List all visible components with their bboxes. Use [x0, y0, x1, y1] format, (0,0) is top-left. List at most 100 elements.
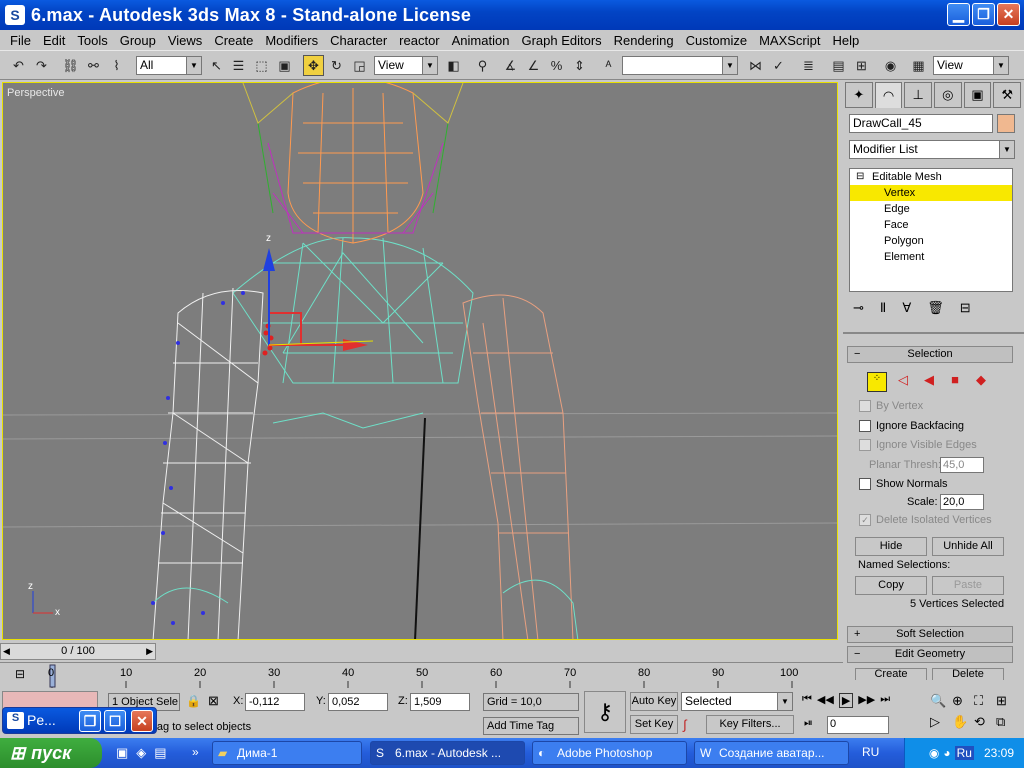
menu-modifiers[interactable]: Modifiers	[259, 33, 324, 48]
face-level-icon[interactable]: ◀	[919, 372, 939, 392]
window-crossing-icon[interactable]: ▣	[274, 55, 295, 76]
key-mode-toggle-icon[interactable]: ⏯	[804, 717, 813, 730]
add-time-tag-button[interactable]: Add Time Tag	[483, 717, 579, 735]
lock-icon[interactable]: 🔒	[186, 694, 201, 708]
select-object-icon[interactable]: ↖	[206, 55, 227, 76]
x-coord-field[interactable]: -0,112	[245, 693, 305, 711]
menu-customize[interactable]: Customize	[680, 33, 753, 48]
hide-button[interactable]: Hide	[855, 537, 927, 556]
curve-editor-icon[interactable]: ▤	[828, 55, 849, 76]
menu-tools[interactable]: Tools	[71, 33, 113, 48]
current-frame-field[interactable]: 0	[827, 716, 889, 734]
rectangular-selection-icon[interactable]: ⬚	[251, 55, 272, 76]
menu-animation[interactable]: Animation	[446, 33, 516, 48]
delete-button[interactable]: Delete	[932, 668, 1004, 680]
next-frame-icon[interactable]: ▶▶	[858, 693, 875, 708]
pivot-center-icon[interactable]: ◧	[443, 55, 464, 76]
go-to-start-icon[interactable]: ⏮	[802, 693, 812, 708]
tray-language-icon[interactable]: Ru	[954, 746, 974, 760]
key-icon[interactable]: ⚷	[584, 691, 626, 733]
layer-manager-icon[interactable]: ≣	[798, 55, 819, 76]
pin-stack-icon[interactable]: ⊸	[853, 300, 864, 316]
start-button[interactable]: ⊞ пуск	[0, 738, 102, 768]
taskbar-item-folder[interactable]: ▰ Дима-1	[212, 741, 362, 765]
select-and-scale-icon[interactable]: ◲	[349, 55, 370, 76]
undo-icon[interactable]: ↶	[8, 55, 29, 76]
select-and-rotate-icon[interactable]: ↻	[326, 55, 347, 76]
show-end-result-icon[interactable]: Ⅱ	[880, 300, 886, 316]
tray-volume-icon[interactable]: ◕	[943, 746, 950, 760]
utilities-tab-icon[interactable]: ⚒	[993, 82, 1022, 108]
quicklaunch-app-icon[interactable]: ◈	[136, 745, 146, 761]
make-unique-icon[interactable]: ∀	[902, 300, 911, 316]
planar-thresh-spinner[interactable]: 45,0	[940, 457, 984, 473]
show-normals-checkbox[interactable]: Show Normals	[859, 478, 948, 490]
stack-item-editable-mesh[interactable]: ⊟ Editable Mesh	[850, 169, 1012, 185]
minimize-button[interactable]: ▁	[947, 3, 970, 26]
bind-space-warp-icon[interactable]: ⌇	[106, 55, 127, 76]
select-and-link-icon[interactable]: ⛓	[60, 55, 81, 76]
select-by-name-icon[interactable]: ☰	[228, 55, 249, 76]
minimized-window[interactable]: S Pe... ❐ ☐ ✕	[2, 707, 157, 734]
taskbar-item-3dsmax[interactable]: S 6.max - Autodesk ...	[370, 741, 525, 765]
track-bar[interactable]: ⊟ 0 10 20 30 40 50 60 70 80 90 100	[0, 662, 843, 689]
polygon-level-icon[interactable]: ■	[945, 372, 965, 392]
mirror-tool-icon[interactable]: ⋈	[745, 55, 766, 76]
play-icon[interactable]: ▶	[838, 693, 854, 708]
align-icon[interactable]: ✓	[768, 55, 789, 76]
field-of-view-icon[interactable]: ▷	[930, 714, 952, 730]
material-editor-icon[interactable]: ◉	[880, 55, 901, 76]
stack-item-face[interactable]: Face	[850, 217, 1012, 233]
percent-snap-icon[interactable]: %	[546, 55, 567, 76]
unlink-icon[interactable]: ⚯	[83, 55, 104, 76]
edge-level-icon[interactable]: ◁	[893, 372, 913, 392]
menu-views[interactable]: Views	[162, 33, 208, 48]
create-button[interactable]: Create	[855, 668, 927, 680]
zoom-icon[interactable]: 🔍	[930, 693, 952, 709]
pan-icon[interactable]: ✋	[952, 714, 974, 730]
arc-rotate-icon[interactable]: ⟲	[974, 714, 996, 730]
reference-coord-dropdown[interactable]: View ▼	[374, 56, 438, 75]
menu-rendering[interactable]: Rendering	[608, 33, 680, 48]
soft-selection-rollout[interactable]: + Soft Selection	[847, 626, 1013, 643]
redo-icon[interactable]: ↷	[31, 55, 52, 76]
schematic-view-icon[interactable]: ⊞	[851, 55, 872, 76]
taskbar-item-photoshop[interactable]: ◐ Adobe Photoshop	[532, 741, 687, 765]
create-tab-icon[interactable]: ✦	[845, 82, 873, 108]
edit-named-sel-icon[interactable]: ᴬ	[598, 55, 619, 76]
perspective-viewport[interactable]: Perspective z z x	[2, 82, 838, 640]
quicklaunch-expand-icon[interactable]: »	[192, 745, 199, 759]
hierarchy-tab-icon[interactable]: ⊥	[904, 82, 933, 108]
remove-modifier-icon[interactable]: 🗑	[927, 300, 944, 316]
taskbar-item-word[interactable]: W Создание аватар...	[694, 741, 849, 765]
ignore-visible-edges-checkbox[interactable]: Ignore Visible Edges	[859, 439, 977, 451]
stack-item-polygon[interactable]: Polygon	[850, 233, 1012, 249]
stack-item-edge[interactable]: Edge	[850, 201, 1012, 217]
object-name-field[interactable]: DrawCall_45	[849, 114, 993, 133]
stack-item-element[interactable]: Element	[850, 249, 1012, 265]
menu-character[interactable]: Character	[324, 33, 393, 48]
by-vertex-checkbox[interactable]: By Vertex	[859, 400, 923, 412]
zoom-extents-all-icon[interactable]: ⊞	[996, 693, 1018, 709]
time-slider[interactable]: ◀ 0 / 100 ▶	[0, 643, 156, 660]
modify-tab-icon[interactable]: ◠	[874, 82, 903, 108]
menu-help[interactable]: Help	[826, 33, 865, 48]
copy-button[interactable]: Copy	[855, 576, 927, 595]
angle-snap-icon[interactable]: ∠	[523, 55, 544, 76]
chevron-right-icon[interactable]: ▶	[146, 644, 153, 659]
vertex-level-icon[interactable]: ⁘	[867, 372, 887, 392]
time-slider-track[interactable]: ◀ 0 / 100 ▶	[0, 640, 843, 662]
mirror-icon[interactable]: ⚲	[472, 55, 493, 76]
object-color-swatch[interactable]	[997, 114, 1015, 133]
restore-button[interactable]: ❐	[972, 3, 995, 26]
display-tab-icon[interactable]: ▣	[963, 82, 992, 108]
scale-spinner[interactable]: 20,0	[940, 494, 984, 510]
motion-tab-icon[interactable]: ◎	[934, 82, 962, 108]
maximize-button[interactable]: ☐	[104, 710, 126, 732]
set-key-button[interactable]: Set Key	[630, 715, 678, 734]
configure-sets-icon[interactable]: ⊟	[960, 300, 971, 316]
menu-graph-editors[interactable]: Graph Editors	[515, 33, 607, 48]
close-button[interactable]: ✕	[997, 3, 1020, 26]
zoom-extents-icon[interactable]: ⛶	[974, 693, 996, 709]
tray-help-icon[interactable]: ◉	[929, 746, 939, 760]
